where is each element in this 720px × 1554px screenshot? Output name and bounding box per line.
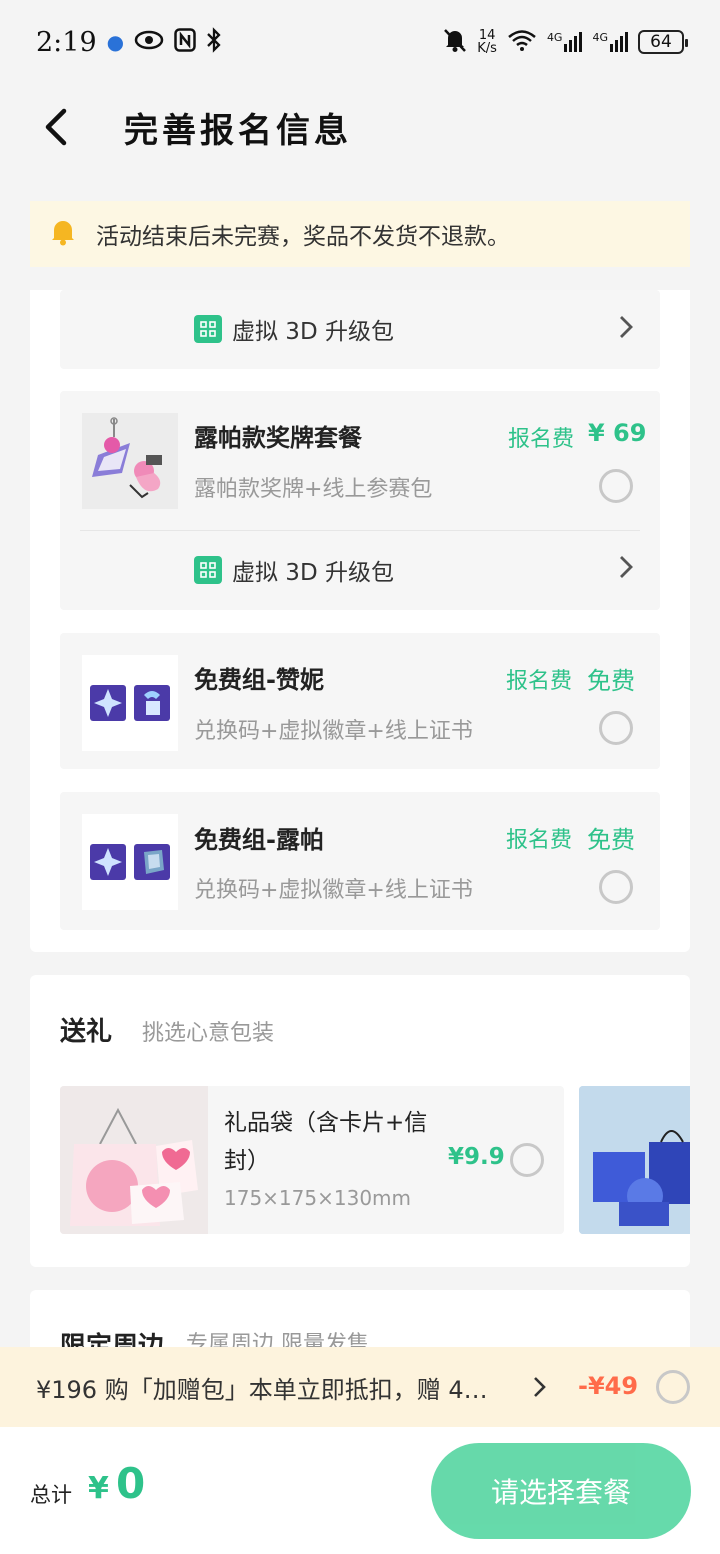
gift-bag-image	[60, 1086, 208, 1234]
app-notification-icon: ●	[106, 30, 125, 54]
gift-price: ¥9.9	[448, 1144, 505, 1170]
eye-icon	[134, 30, 164, 54]
total-currency: ¥	[88, 1471, 109, 1506]
status-time: 2:19	[36, 26, 97, 58]
package-card-2[interactable]: 免费组-赞妮 报名费 免费 兑换码+虚拟徽章+线上证书	[60, 633, 660, 769]
gift-subtitle: 挑选心意包装	[142, 1021, 275, 1046]
fee-value: 免费	[587, 667, 635, 695]
chevron-right-icon	[532, 1375, 548, 1403]
qr-icon	[194, 315, 222, 343]
chevron-right-icon	[618, 554, 634, 584]
package-radio[interactable]	[599, 469, 633, 503]
package-name: 免费组-赞妮	[194, 666, 324, 694]
upgrade-label: 虚拟 3D 升级包	[232, 319, 394, 345]
package-desc: 兑换码+虚拟徽章+线上证书	[194, 719, 473, 744]
gift-item-next[interactable]	[579, 1086, 690, 1234]
promo-discount: -¥49	[578, 1372, 639, 1400]
upgrade-row[interactable]: 虚拟 3D 升级包	[60, 290, 660, 368]
medal-image	[92, 417, 162, 499]
package-name: 免费组-露帕	[194, 826, 324, 854]
promo-bar[interactable]: ¥196 购「加赠包」本单立即抵扣，赠 4… -¥49	[0, 1347, 720, 1427]
bluetooth-icon	[206, 27, 222, 57]
gift-item[interactable]: 礼品袋（含卡片+信封） 175×175×130mm ¥9.9	[60, 1086, 564, 1234]
upgrade-row[interactable]: 虚拟 3D 升级包	[60, 530, 660, 610]
status-left: 2:19 ●	[36, 27, 222, 58]
net-speed: 14 K/s	[477, 29, 497, 55]
badge-image	[90, 844, 170, 880]
battery-level: 64	[650, 32, 672, 52]
package-thumbnail	[82, 814, 178, 910]
package-name: 露帕款奖牌套餐	[194, 424, 362, 452]
package-desc: 兑换码+虚拟徽章+线上证书	[194, 878, 473, 903]
bottom-bar: 总计 ¥ 0 请选择套餐	[0, 1427, 720, 1554]
notice-banner: 活动结束后未完赛，奖品不发货不退款。	[30, 201, 690, 267]
signal-icon-2: 4G	[592, 32, 628, 52]
package-radio[interactable]	[599, 870, 633, 904]
submit-button[interactable]: 请选择套餐	[431, 1443, 691, 1539]
battery-icon: 64	[638, 30, 688, 54]
page-header: 完善报名信息	[0, 84, 720, 170]
badge-image	[90, 685, 170, 721]
package-card-0: 虚拟 3D 升级包	[60, 290, 660, 369]
nfc-icon	[174, 28, 196, 56]
fee-value: 免费	[587, 826, 635, 854]
fee-label: 报名费	[508, 427, 575, 452]
gift-size: 175×175×130mm	[224, 1186, 412, 1210]
notice-text: 活动结束后未完赛，奖品不发货不退款。	[96, 224, 510, 250]
package-card-3[interactable]: 免费组-露帕 报名费 免费 兑换码+虚拟徽章+线上证书	[60, 792, 660, 930]
upgrade-label: 虚拟 3D 升级包	[232, 560, 394, 586]
signal-icon-1: 4G	[547, 32, 583, 52]
gift-box-image	[579, 1086, 690, 1234]
gift-radio[interactable]	[510, 1143, 544, 1177]
package-list-card: 虚拟 3D 升级包 露帕款奖牌套餐 报名费 ¥ 69 露帕款奖牌+线上参赛包 虚…	[30, 290, 690, 952]
package-thumbnail	[82, 655, 178, 751]
package-radio[interactable]	[599, 711, 633, 745]
gift-section: 送礼 挑选心意包装 礼品袋（含卡片+信封） 175×175×130mm ¥9.9	[30, 975, 690, 1267]
net-speed-unit: K/s	[477, 41, 497, 56]
total-value: 0	[116, 1459, 146, 1508]
back-arrow-icon	[45, 108, 67, 146]
package-desc: 露帕款奖牌+线上参赛包	[194, 477, 433, 502]
chevron-right-icon	[618, 314, 634, 344]
package-thumbnail	[82, 413, 178, 509]
status-bar: 2:19 ● 14 K/s 4G 4G 64	[0, 0, 720, 84]
fee-label: 报名费	[506, 669, 573, 694]
fee-value: ¥ 69	[588, 419, 647, 447]
total-label: 总计	[30, 1483, 72, 1507]
gift-name: 礼品袋（含卡片+信封）	[224, 1110, 428, 1174]
fee-label: 报名费	[506, 828, 573, 853]
status-right: 14 K/s 4G 4G 64	[443, 27, 688, 57]
mute-icon	[443, 27, 467, 57]
wifi-icon	[507, 29, 537, 55]
page-title: 完善报名信息	[124, 110, 352, 151]
promo-text: ¥196 购「加赠包」本单立即抵扣，赠 4…	[36, 1375, 488, 1404]
promo-radio[interactable]	[656, 1370, 690, 1404]
gift-title: 送礼	[60, 1017, 113, 1047]
qr-icon	[194, 556, 222, 584]
bell-icon	[48, 216, 78, 252]
back-button[interactable]	[30, 101, 82, 153]
package-card-1[interactable]: 露帕款奖牌套餐 报名费 ¥ 69 露帕款奖牌+线上参赛包 虚拟 3D 升级包	[60, 391, 660, 610]
